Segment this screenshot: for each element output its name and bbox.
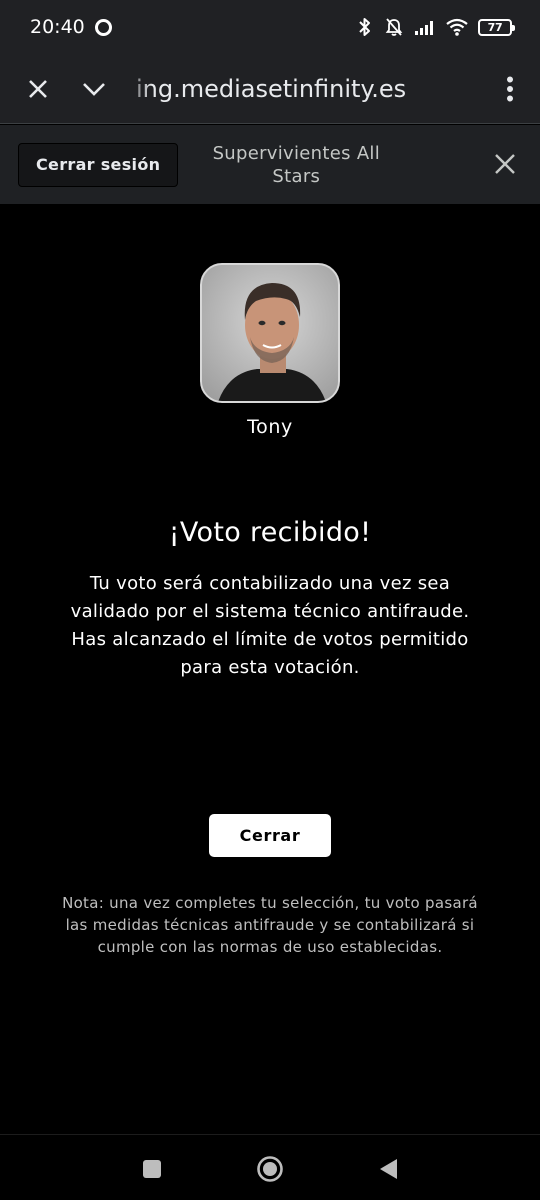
expand-button[interactable] <box>66 61 122 117</box>
back-button[interactable] <box>374 1155 402 1183</box>
recents-button[interactable] <box>138 1155 166 1183</box>
battery-icon: 77 <box>478 18 515 36</box>
battery-level: 77 <box>487 20 503 34</box>
more-vert-icon <box>507 76 513 101</box>
home-button[interactable] <box>256 1155 284 1183</box>
close-icon <box>495 154 515 174</box>
bell-muted-icon <box>385 18 403 36</box>
browser-toolbar: ing.mediasetinfinity.es <box>0 54 540 124</box>
status-right: 77 <box>356 17 515 37</box>
page-title: Supervivientes All Stars <box>212 142 381 187</box>
close-icon <box>29 79 47 98</box>
back-triangle-icon <box>380 1159 397 1179</box>
candidate-avatar <box>200 263 340 403</box>
confirmation-message: Tu voto será contabilizado una vez sea v… <box>70 573 470 678</box>
disclaimer-note: Nota: una vez completes tu selección, tu… <box>62 894 478 956</box>
candidate-name: Tony <box>247 416 293 438</box>
candidate-photo <box>202 265 338 401</box>
status-bar: 20:40 77 <box>0 0 540 54</box>
vote-confirmation: Tony ¡Voto recibido! Tu voto será contab… <box>0 204 540 1134</box>
close-tab-button[interactable] <box>10 61 66 117</box>
recents-square-icon <box>143 1160 161 1178</box>
close-button[interactable]: Cerrar <box>209 814 331 857</box>
url-text[interactable]: ing.mediasetinfinity.es <box>122 75 480 103</box>
chevron-down-icon <box>83 82 105 96</box>
close-overlay-button[interactable] <box>492 151 518 177</box>
status-time: 20:40 <box>30 16 85 38</box>
sub-header: Cerrar sesión Supervivientes All Stars <box>0 125 540 204</box>
wifi-icon <box>446 18 468 36</box>
logout-button[interactable]: Cerrar sesión <box>18 142 179 187</box>
home-circle-icon <box>257 1156 283 1182</box>
notification-dot-icon <box>94 18 112 36</box>
more-options-button[interactable] <box>480 61 540 117</box>
confirmation-headline: ¡Voto recibido! <box>168 517 372 548</box>
bluetooth-icon <box>359 18 370 36</box>
system-nav-bar <box>0 1134 540 1200</box>
status-left: 20:40 <box>30 16 112 38</box>
signal-icon <box>415 21 433 35</box>
